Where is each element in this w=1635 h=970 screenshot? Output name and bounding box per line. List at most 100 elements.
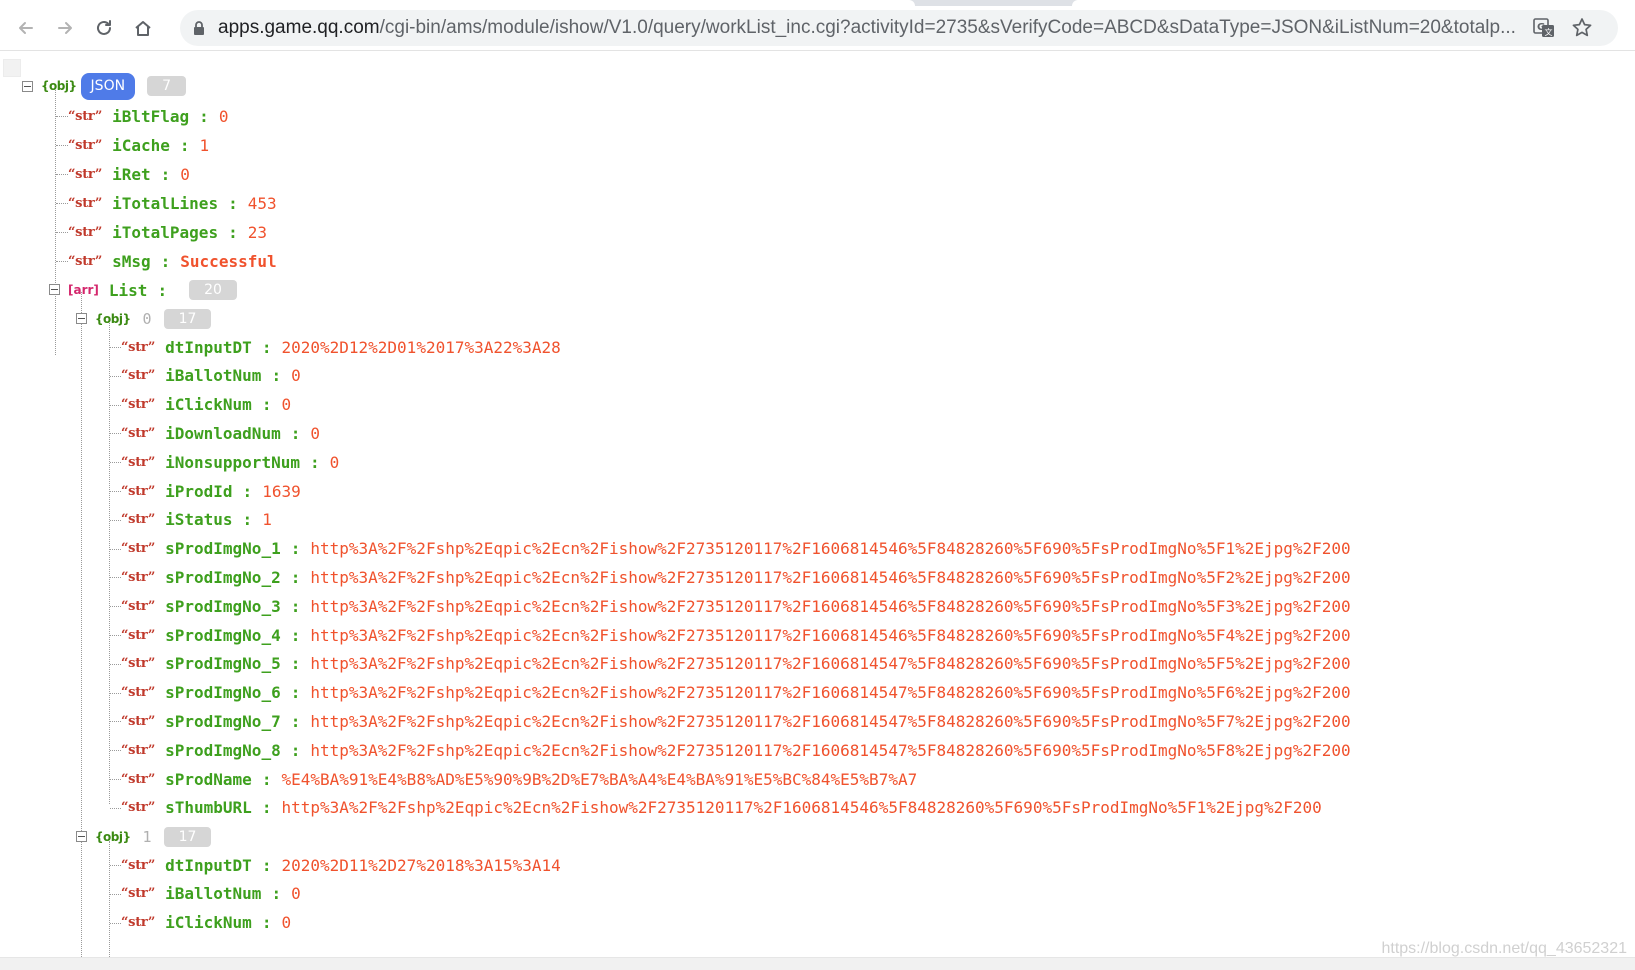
field-value[interactable]: http%3A%2F%2Fshp%2Eqpic%2Ecn%2Fishow%2F2…: [281, 798, 1321, 817]
field-value[interactable]: http%3A%2F%2Fshp%2Eqpic%2Ecn%2Fishow%2F2…: [310, 683, 1350, 702]
viewer-gutter-marker: [3, 59, 21, 77]
json-field-row[interactable]: “str” iRet : 0: [68, 163, 190, 185]
collapse-toggle-list[interactable]: [49, 284, 60, 295]
field-value[interactable]: 2020%2D11%2D27%2018%3A15%3A14: [281, 856, 560, 875]
field-value[interactable]: 0: [291, 884, 301, 903]
field-value[interactable]: 453: [248, 194, 277, 213]
json-field-row[interactable]: “str” iDownloadNum:0: [121, 422, 320, 444]
json-field-row[interactable]: “str” sProdImgNo_4: http%3A%2F%2Fshp%2Eqpi…: [121, 624, 1351, 646]
tree-connector: [110, 491, 121, 492]
type-tag-str: “str”: [121, 454, 156, 470]
horizontal-scrollbar[interactable]: [0, 957, 1635, 970]
json-field-row[interactable]: “str” sProdImgNo_2: http%3A%2F%2Fshp%2Eqpi…: [121, 566, 1351, 588]
field-value[interactable]: 0: [330, 453, 340, 472]
watermark: https://blog.csdn.net/qq_43652321: [1381, 940, 1627, 957]
json-field-row[interactable]: “str” iClickNum:0: [121, 394, 291, 416]
field-value[interactable]: 0: [281, 395, 291, 414]
type-tag-obj: {obj}: [41, 79, 77, 93]
field-value[interactable]: 0: [180, 165, 190, 184]
field-colon: :: [290, 423, 301, 443]
field-value[interactable]: 1639: [262, 482, 301, 501]
field-value[interactable]: 23: [248, 223, 267, 242]
json-field-row[interactable]: “str” iCache : 1: [68, 134, 209, 156]
json-field-row[interactable]: “str” sMsg : Successful: [68, 250, 277, 272]
field-value[interactable]: http%3A%2F%2Fshp%2Eqpic%2Ecn%2Fishow%2F2…: [310, 626, 1350, 645]
json-field-row[interactable]: “str” sProdImgNo_5: http%3A%2F%2Fshp%2Eqpi…: [121, 653, 1351, 675]
field-key: sThumbURL: [165, 798, 252, 818]
field-colon: :: [290, 740, 301, 760]
field-value[interactable]: 0: [281, 913, 291, 932]
field-colon: :: [271, 884, 282, 904]
address-bar[interactable]: apps.game.qq.com/cgi-bin/ams/module/isho…: [180, 10, 1618, 46]
home-button[interactable]: [127, 12, 159, 44]
json-field-row[interactable]: “str” iTotalPages : 23: [68, 221, 267, 243]
field-value[interactable]: Successful: [180, 252, 276, 271]
tree-connector: [110, 433, 121, 435]
translate-icon[interactable]: G文: [1532, 16, 1556, 40]
field-value[interactable]: %E4%BA%91%E4%B8%AD%E5%90%9B%2D%E7%BA%A4%…: [281, 770, 917, 789]
browser-toolbar: apps.game.qq.com/cgi-bin/ams/module/isho…: [0, 6, 1635, 51]
field-value[interactable]: 0: [310, 424, 320, 443]
json-field-row[interactable]: “str” iProdId:1639: [121, 480, 301, 502]
type-tag-str: “str”: [121, 915, 156, 931]
field-value[interactable]: http%3A%2F%2Fshp%2Eqpic%2Ecn%2Fishow%2F2…: [310, 741, 1350, 760]
field-value[interactable]: http%3A%2F%2Fshp%2Eqpic%2Ecn%2Fishow%2F2…: [310, 597, 1350, 616]
tree-connector: [110, 922, 121, 924]
field-value[interactable]: 1: [262, 510, 272, 529]
json-field-row[interactable]: “str” iStatus:1: [121, 509, 272, 531]
reload-button[interactable]: [88, 12, 120, 44]
tree-connector: [56, 203, 68, 204]
type-tag-str: “str”: [68, 166, 103, 182]
bookmark-star-icon[interactable]: [1570, 16, 1594, 40]
type-tag-str: “str”: [121, 656, 156, 672]
json-field-row[interactable]: “str” dtInputDT:2020%2D11%2D27%2018%3A15%…: [121, 854, 561, 876]
url-text[interactable]: apps.game.qq.com/cgi-bin/ams/module/isho…: [218, 18, 1518, 38]
home-icon: [135, 21, 151, 36]
json-field-row[interactable]: “str” dtInputDT:2020%2D12%2D01%2017%3A22%…: [121, 336, 561, 358]
field-value[interactable]: http%3A%2F%2Fshp%2Eqpic%2Ecn%2Fishow%2F2…: [310, 712, 1350, 731]
json-field-row[interactable]: “str” iBallotNum:0: [121, 365, 301, 387]
json-badge-button[interactable]: JSON: [80, 72, 136, 100]
field-key: iProdId: [165, 481, 233, 501]
field-key: sProdImgNo_4: [165, 625, 281, 645]
collapse-toggle-item-0[interactable]: [76, 313, 87, 324]
json-field-row[interactable]: “str” sThumbURL: http%3A%2F%2Fshp%2Eqpic%2…: [121, 797, 1322, 819]
field-value[interactable]: 0: [219, 107, 229, 126]
json-field-row[interactable]: “str” sProdImgNo_1: http%3A%2F%2Fshp%2Eqpi…: [121, 538, 1351, 560]
type-tag-str: “str”: [121, 886, 156, 902]
tree-connector: [110, 577, 121, 579]
json-field-row[interactable]: “str” sProdName: %E4%BA%91%E4%B8%AD%E5%90%…: [121, 768, 917, 790]
forward-button[interactable]: [49, 12, 81, 44]
json-field-row[interactable]: “str” iNonsupportNum:0: [121, 451, 339, 473]
field-key: sProdImgNo_6: [165, 683, 281, 703]
field-colon: :: [261, 395, 272, 415]
json-field-row[interactable]: “str” iBallotNum:0: [121, 883, 301, 905]
type-tag-str: “str”: [121, 425, 156, 441]
json-field-row[interactable]: “str” iClickNum:0: [121, 912, 291, 934]
back-button[interactable]: [10, 12, 42, 44]
back-arrow-icon: [19, 22, 33, 34]
field-value[interactable]: http%3A%2F%2Fshp%2Eqpic%2Ecn%2Fishow%2F2…: [310, 654, 1350, 673]
field-value[interactable]: 2020%2D12%2D01%2017%3A22%3A28: [281, 338, 560, 357]
type-tag-str: “str”: [121, 397, 156, 413]
tree-connector: [110, 347, 121, 348]
tree-connector: [110, 519, 121, 521]
field-value[interactable]: http%3A%2F%2Fshp%2Eqpic%2Ecn%2Fishow%2F2…: [310, 539, 1350, 558]
field-key: iDownloadNum: [165, 423, 281, 443]
child-count-badge: 17: [163, 309, 212, 329]
root-node: {obj} JSON 7: [41, 71, 186, 101]
json-field-row[interactable]: “str” iBltFlag : 0: [68, 105, 228, 127]
field-value[interactable]: 0: [291, 366, 301, 385]
field-value[interactable]: http%3A%2F%2Fshp%2Eqpic%2Ecn%2Fishow%2F2…: [310, 568, 1350, 587]
field-colon: :: [290, 654, 301, 674]
json-field-row[interactable]: “str” sProdImgNo_3: http%3A%2F%2Fshp%2Eqpi…: [121, 595, 1351, 617]
field-value[interactable]: 1: [200, 136, 210, 155]
json-field-row[interactable]: “str” sProdImgNo_7: http%3A%2F%2Fshp%2Eqpi…: [121, 710, 1351, 732]
field-colon: :: [261, 337, 272, 357]
json-field-row[interactable]: “str” iTotalLines : 453: [68, 192, 277, 214]
type-tag-str: “str”: [121, 627, 156, 643]
json-field-row[interactable]: “str” sProdImgNo_8: http%3A%2F%2Fshp%2Eqpi…: [121, 739, 1351, 761]
json-field-row[interactable]: “str” sProdImgNo_6: http%3A%2F%2Fshp%2Eqpi…: [121, 682, 1351, 704]
collapse-toggle-root[interactable]: [22, 81, 33, 92]
collapse-toggle-item-1[interactable]: [76, 831, 87, 842]
